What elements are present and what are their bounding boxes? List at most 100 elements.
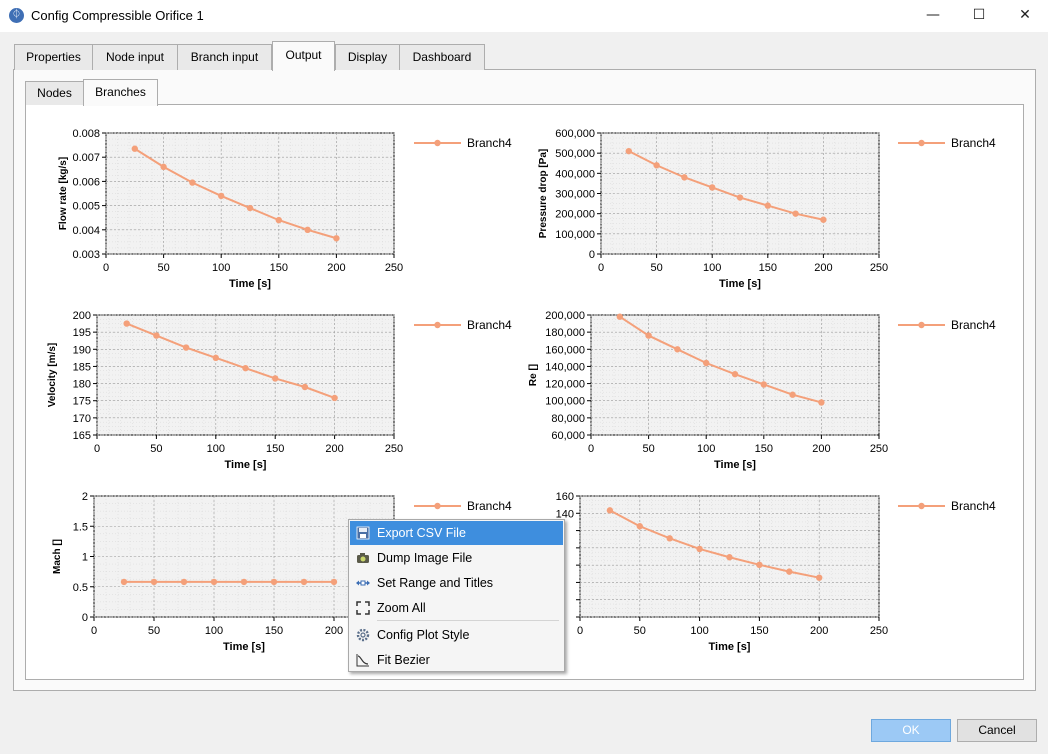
x-tick-label: 100 bbox=[207, 443, 225, 455]
y-tick-label: 2 bbox=[82, 491, 88, 503]
x-tick-label: 250 bbox=[870, 625, 888, 637]
title-bar: ⏀ Config Compressible Orifice 1 — ☐ ✕ bbox=[0, 0, 1048, 32]
x-tick-label: 150 bbox=[266, 443, 284, 455]
data-point bbox=[330, 578, 338, 586]
menu-item-label: Zoom All bbox=[377, 601, 426, 615]
cancel-button[interactable]: Cancel bbox=[957, 719, 1037, 742]
menu-item-label: Dump Image File bbox=[377, 551, 473, 565]
tab-properties[interactable]: Properties bbox=[14, 44, 93, 70]
y-axis-label: Velocity [m/s] bbox=[47, 343, 58, 407]
y-tick-label: 0.5 bbox=[73, 582, 88, 594]
ok-button[interactable]: OK bbox=[871, 719, 951, 742]
minimize-button[interactable]: — bbox=[910, 0, 956, 30]
y-tick-label: 0.004 bbox=[72, 225, 100, 237]
legend-label: Branch4 bbox=[467, 499, 512, 513]
menu-item-export-csv[interactable]: Export CSV File bbox=[350, 521, 563, 545]
x-tick-label: 250 bbox=[385, 443, 403, 455]
tab-dashboard[interactable]: Dashboard bbox=[399, 44, 485, 70]
y-tick-label: 0.006 bbox=[72, 176, 100, 188]
x-axis-label: Time [s] bbox=[225, 459, 267, 471]
x-tick-label: 150 bbox=[270, 262, 288, 274]
x-tick-label: 200 bbox=[325, 443, 343, 455]
y-tick-label: 180 bbox=[73, 379, 91, 391]
y-tick-label: 300,000 bbox=[555, 189, 595, 201]
close-button[interactable]: ✕ bbox=[1002, 0, 1048, 30]
y-tick-label: 170 bbox=[73, 413, 91, 425]
y-tick-label: 195 bbox=[73, 327, 91, 339]
x-tick-label: 150 bbox=[755, 443, 773, 455]
legend-marker bbox=[918, 502, 925, 510]
menu-item-fit-bezier[interactable]: Fit Bezier bbox=[350, 648, 563, 672]
data-point bbox=[616, 313, 623, 320]
x-tick-label: 50 bbox=[150, 443, 162, 455]
x-tick-label: 200 bbox=[814, 262, 832, 274]
legend-label: Branch4 bbox=[951, 318, 996, 332]
tab-branch-input[interactable]: Branch input bbox=[177, 44, 272, 70]
tab-output[interactable]: Output bbox=[272, 41, 335, 71]
range-icon bbox=[356, 580, 370, 586]
y-tick-label: 100,000 bbox=[545, 396, 585, 408]
data-point bbox=[606, 507, 614, 514]
menu-item-label: Fit Bezier bbox=[377, 653, 430, 667]
legend-marker bbox=[918, 321, 925, 329]
x-axis-label: Time [s] bbox=[709, 641, 751, 653]
x-tick-label: 250 bbox=[385, 262, 403, 274]
subtab-nodes[interactable]: Nodes bbox=[25, 81, 84, 105]
data-point bbox=[756, 561, 763, 569]
data-point bbox=[816, 574, 823, 581]
menu-separator bbox=[377, 620, 559, 621]
data-point bbox=[786, 568, 793, 575]
tab-node-input[interactable]: Node input bbox=[92, 44, 178, 70]
x-tick-label: 150 bbox=[759, 262, 777, 274]
menu-item-set-range[interactable]: Set Range and Titles bbox=[350, 571, 563, 595]
data-point bbox=[189, 179, 196, 186]
plot-context-menu: Export CSV File Dump Image File Set Rang… bbox=[348, 519, 565, 672]
legend-marker bbox=[434, 139, 441, 147]
data-point bbox=[666, 535, 673, 542]
data-point bbox=[736, 194, 744, 201]
x-tick-label: 50 bbox=[634, 625, 646, 637]
data-point bbox=[218, 192, 225, 200]
y-tick-label: 165 bbox=[73, 430, 91, 442]
data-point bbox=[210, 578, 218, 586]
gear-icon bbox=[356, 628, 370, 642]
y-tick-label: 400,000 bbox=[555, 168, 595, 180]
data-point bbox=[304, 226, 311, 233]
y-tick-label: 60,000 bbox=[551, 430, 585, 442]
data-point bbox=[703, 359, 710, 367]
zoom-all-icon bbox=[356, 601, 370, 615]
data-point bbox=[792, 210, 799, 217]
x-tick-label: 200 bbox=[810, 625, 828, 637]
x-tick-label: 150 bbox=[265, 625, 283, 637]
x-tick-label: 200 bbox=[325, 625, 343, 637]
x-tick-label: 0 bbox=[103, 262, 109, 274]
data-point bbox=[120, 578, 128, 586]
x-axis-label: Time [s] bbox=[223, 641, 265, 653]
x-tick-label: 250 bbox=[870, 443, 888, 455]
data-point bbox=[760, 381, 767, 388]
data-point bbox=[150, 578, 158, 586]
tab-display[interactable]: Display bbox=[335, 44, 400, 70]
y-tick-label: 160,000 bbox=[545, 344, 585, 356]
y-tick-label: 200 bbox=[73, 310, 91, 322]
menu-item-config-plot-style[interactable]: Config Plot Style bbox=[350, 623, 563, 647]
menu-item-dump-image[interactable]: Dump Image File bbox=[350, 546, 563, 570]
data-point bbox=[331, 394, 338, 402]
legend-marker bbox=[434, 502, 441, 510]
data-point bbox=[153, 332, 160, 339]
x-tick-label: 200 bbox=[812, 443, 830, 455]
y-tick-label: 140,000 bbox=[545, 361, 585, 373]
y-tick-label: 0.007 bbox=[72, 152, 100, 164]
y-tick-label: 200,000 bbox=[555, 209, 595, 221]
y-tick-label: 185 bbox=[73, 361, 91, 373]
subtab-branches[interactable]: Branches bbox=[83, 79, 158, 106]
x-axis-label: Time [s] bbox=[229, 278, 271, 290]
x-tick-label: 0 bbox=[94, 443, 100, 455]
maximize-button[interactable]: ☐ bbox=[956, 0, 1002, 30]
data-point bbox=[131, 145, 138, 152]
y-tick-label: 0 bbox=[589, 249, 595, 261]
data-point bbox=[246, 204, 254, 212]
window-title: Config Compressible Orifice 1 bbox=[31, 8, 204, 23]
x-tick-label: 50 bbox=[148, 625, 160, 637]
menu-item-zoom-all[interactable]: Zoom All bbox=[350, 596, 563, 620]
